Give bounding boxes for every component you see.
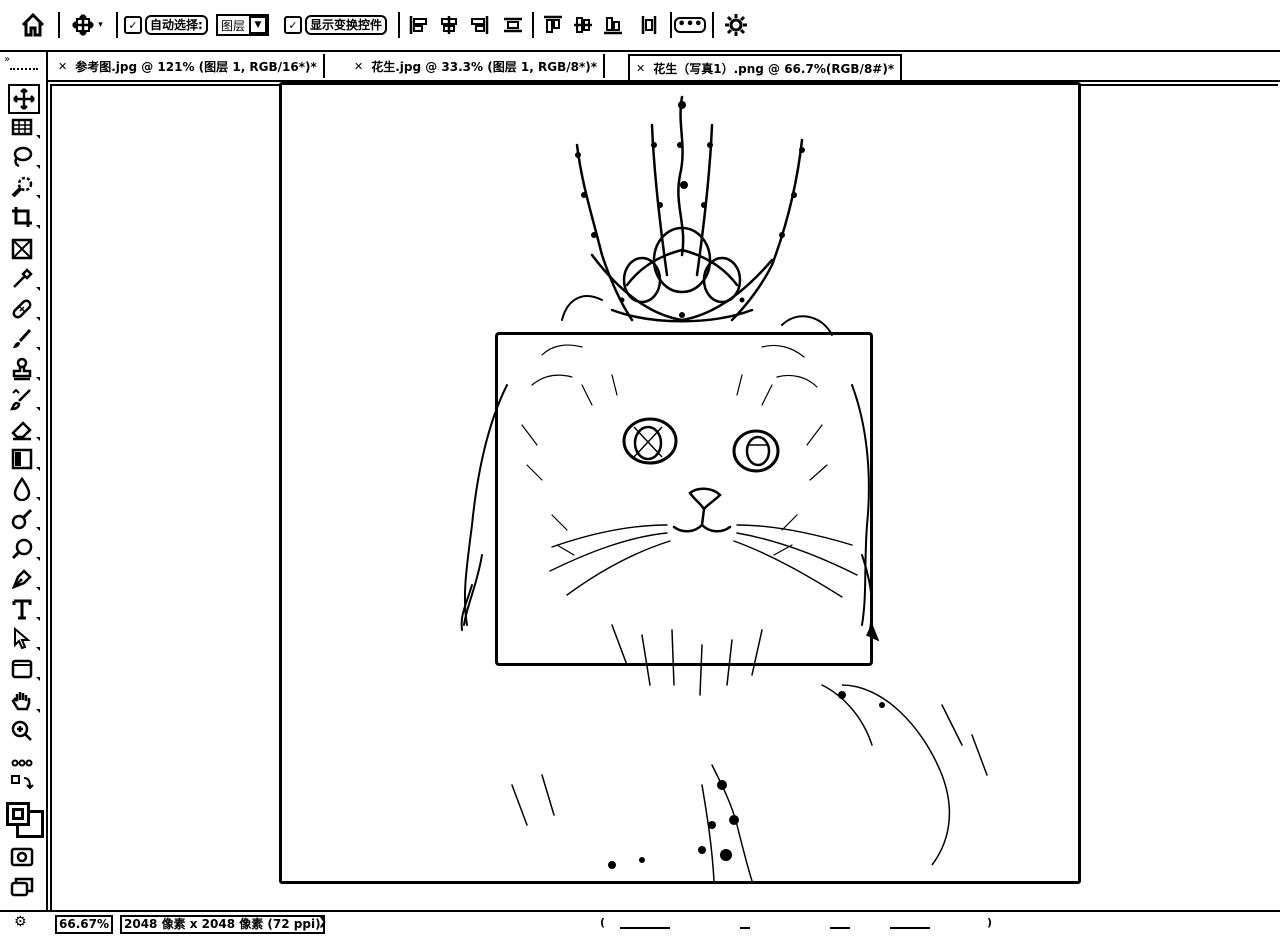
frame-icon [11, 238, 33, 260]
move-tool[interactable] [8, 84, 40, 114]
close-icon[interactable]: ✕ [58, 60, 67, 73]
hand-tool[interactable] [8, 688, 40, 714]
artboard-tool[interactable] [8, 114, 40, 140]
eraser-tool[interactable] [8, 416, 40, 442]
zoom-icon [11, 720, 32, 741]
collapse-icon[interactable]: » [4, 54, 10, 65]
edit-toolbar-button[interactable] [8, 750, 36, 776]
home-icon[interactable] [18, 12, 48, 38]
gear-icon[interactable] [722, 12, 750, 38]
status-menu-arrow[interactable]: ❯ [318, 915, 327, 928]
distribute-vertical-icon[interactable] [636, 12, 662, 38]
lasso-icon [13, 146, 33, 168]
swap-colors-icon[interactable] [8, 775, 36, 796]
blur-tool[interactable] [8, 476, 40, 502]
quick-mask-tool[interactable] [8, 844, 36, 870]
foreground-background-colors[interactable] [6, 802, 44, 838]
checkmark-icon: ✓ [124, 16, 142, 34]
eyedropper-icon [13, 268, 33, 288]
pen-tool[interactable] [8, 566, 40, 592]
document-tabs: ✕ 参考图.jpg @ 121% (图层 1, RGB/16*)* ✕ 花生.jpg… [48, 52, 1280, 82]
artboard-icon [11, 118, 33, 136]
crop-icon [12, 207, 32, 227]
chevron-down-icon: ▼ [249, 16, 268, 34]
close-icon[interactable]: ✕ [636, 62, 645, 75]
search-tool[interactable] [8, 536, 40, 562]
tab-reference-image[interactable]: ✕ 参考图.jpg @ 121% (图层 1, RGB/16*)* [52, 54, 325, 78]
distribute-icon[interactable] [500, 12, 526, 38]
pen-icon [11, 569, 32, 590]
align-bottom-icon[interactable] [600, 12, 626, 38]
more-options-button[interactable]: ••• [673, 12, 707, 38]
hand-icon [11, 692, 31, 711]
align-top-icon[interactable] [540, 12, 566, 38]
checkmark-icon: ✓ [284, 16, 302, 34]
more-icon [11, 759, 33, 767]
screen-mode-icon [10, 877, 34, 897]
brush-tool[interactable] [8, 326, 40, 352]
rectangle-tool[interactable] [8, 656, 40, 682]
path-selection-tool[interactable] [8, 626, 40, 652]
eyedropper-tool[interactable] [8, 266, 40, 292]
cursor-icon [14, 627, 31, 650]
move-icon [72, 14, 95, 36]
dodge-tool[interactable] [8, 506, 40, 532]
close-icon[interactable]: ✕ [354, 60, 363, 73]
auto-select-checkbox[interactable]: ✓ 自动选择: [124, 12, 208, 38]
gradient-tool[interactable] [8, 446, 40, 472]
screen-mode-tool[interactable] [8, 874, 36, 900]
status-bar: ⚙ 66.67% 2048 像素 x 2048 像素 (72 ppi) ❯ ( … [0, 910, 1280, 939]
foreground-color-swatch [6, 802, 30, 826]
crop-tool[interactable] [8, 204, 40, 230]
tab-huasheng-png[interactable]: ✕ 花生（写真1）.png @ 66.7%(RGB/8#)* [628, 54, 903, 80]
move-icon [13, 88, 35, 110]
align-vertical-center-icon[interactable] [570, 12, 596, 38]
history-brush-icon [10, 388, 31, 411]
zoom-level[interactable]: 66.67% [55, 915, 113, 934]
align-horizontal-center-icon[interactable] [436, 12, 462, 38]
dodge-icon [11, 508, 33, 530]
zoom-tool[interactable] [8, 718, 36, 744]
move-tool-preset[interactable]: ▾ [66, 12, 108, 38]
tab-huasheng-jpg[interactable]: ✕ 花生.jpg @ 33.3% (图层 1, RGB/8*)* [348, 54, 605, 78]
align-right-icon[interactable] [466, 12, 492, 38]
eraser-icon [11, 421, 32, 441]
gradient-icon [11, 448, 33, 470]
info-icon: ⚙ [14, 914, 27, 930]
quick-mask-icon [10, 847, 34, 867]
rectangle-icon [11, 659, 33, 679]
tools-panel: » [0, 52, 48, 917]
selection-bounding-box[interactable] [495, 332, 873, 666]
show-transform-checkbox[interactable]: ✓ 显示变换控件 [284, 12, 388, 38]
layer-select[interactable]: 图层 ▼ [216, 12, 270, 38]
frame-tool[interactable] [8, 236, 36, 262]
brush-icon [13, 328, 32, 348]
quick-selection-icon [11, 176, 33, 198]
lasso-tool[interactable] [8, 144, 40, 170]
align-left-icon[interactable] [406, 12, 432, 38]
options-bar: ▾ ✓ 自动选择: 图层 ▼ ✓ 显示变换控件 ••• [0, 0, 1280, 52]
type-icon [12, 599, 32, 620]
document-size: 2048 像素 x 2048 像素 (72 ppi) [120, 915, 325, 934]
water-drop-icon [13, 477, 31, 501]
chevron-down-icon: ▾ [98, 20, 103, 30]
clone-stamp-tool[interactable] [8, 356, 40, 382]
search-icon [11, 538, 33, 560]
healing-brush-tool[interactable] [8, 296, 40, 322]
bandage-icon [12, 299, 32, 319]
type-tool[interactable] [8, 596, 40, 622]
history-brush-tool[interactable] [8, 386, 40, 412]
stamp-icon [12, 357, 32, 381]
quick-selection-tool[interactable] [8, 174, 40, 200]
horizontal-scrollbar[interactable]: ( ) [600, 916, 992, 930]
